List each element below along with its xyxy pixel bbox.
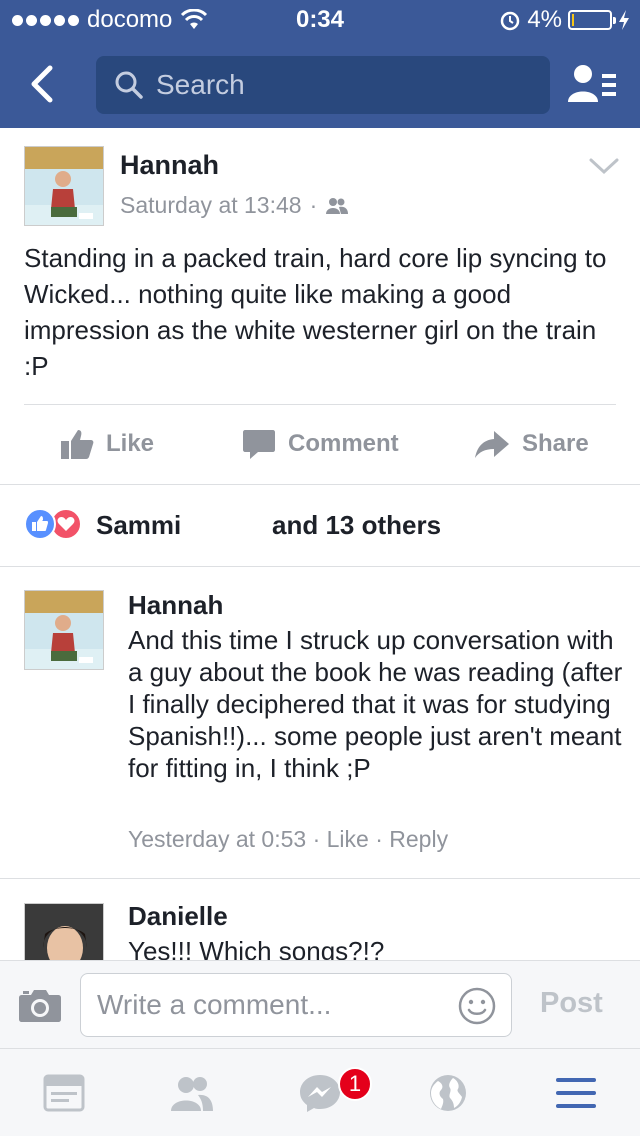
post-body: Standing in a packed train, hard core li…: [24, 243, 607, 381]
comment-label: Comment: [288, 430, 399, 457]
search-input[interactable]: Search: [96, 56, 550, 114]
emoji-icon[interactable]: [457, 986, 497, 1026]
comment-placeholder: Write a comment...: [97, 989, 332, 1020]
comment-author-avatar[interactable]: [24, 590, 104, 670]
thumbs-up-icon: [61, 430, 94, 459]
comment-clip: Danielle Yes!!! Which songs?!?: [0, 879, 640, 960]
status-bar: docomo 0:34 4%: [0, 0, 640, 40]
comment-button[interactable]: Comment: [242, 424, 399, 464]
reactor-name[interactable]: Sammi: [96, 510, 181, 541]
comment-composer: Write a comment... Post: [0, 960, 640, 1048]
comment-input[interactable]: Write a comment...: [80, 973, 512, 1037]
menu-hamburger-icon[interactable]: [554, 1073, 598, 1113]
meta-separator: ·: [375, 826, 383, 852]
post-comment-button[interactable]: Post: [540, 987, 603, 1020]
share-arrow-icon: [475, 431, 509, 458]
comment-author-avatar[interactable]: [24, 903, 104, 960]
comment-timestamp[interactable]: Yesterday at 0:53: [128, 826, 306, 852]
comment-body: Yes!!! Which songs?!?: [128, 936, 385, 960]
like-label: Like: [106, 430, 155, 457]
post-author-name[interactable]: Hannah: [120, 150, 219, 181]
messenger-icon[interactable]: [298, 1073, 342, 1113]
charging-icon: [619, 10, 629, 30]
divider: [0, 566, 640, 567]
post-meta: Saturday at 13:48 ·: [120, 192, 349, 219]
news-feed-icon[interactable]: [42, 1073, 86, 1113]
like-reaction-icon: [24, 508, 56, 540]
comment-bubble-icon: [243, 430, 275, 459]
camera-icon[interactable]: [18, 987, 62, 1023]
comment-reply-link[interactable]: Reply: [389, 826, 448, 852]
comment-body: And this time I struck up conversation w…: [128, 625, 623, 783]
divider: [0, 484, 640, 485]
messenger-badge: 1: [338, 1067, 372, 1101]
comment-meta: Yesterday at 0:53 · Like · Reply: [128, 826, 448, 853]
reaction-others-count[interactable]: and 13 others: [272, 510, 441, 541]
reaction-icons[interactable]: [24, 508, 82, 540]
battery-icon: [568, 10, 616, 30]
back-button[interactable]: [22, 62, 66, 106]
friends-audience-icon: [326, 197, 349, 214]
alarm-icon: [501, 11, 520, 31]
navigation-header: docomo 0:34 4% Search: [0, 0, 640, 128]
share-button[interactable]: Share: [474, 424, 589, 464]
battery-percent: 4%: [527, 6, 562, 33]
search-placeholder: Search: [156, 69, 245, 100]
notifications-globe-icon[interactable]: [426, 1073, 470, 1113]
battery-area: 4%: [499, 6, 630, 34]
post-timestamp[interactable]: Saturday at 13:48: [120, 192, 302, 219]
comment-author-name[interactable]: Danielle: [128, 901, 228, 932]
like-button[interactable]: Like: [60, 424, 154, 464]
bottom-tab-bar: 1: [0, 1048, 640, 1136]
post-options-chevron-icon[interactable]: [588, 156, 620, 176]
search-icon: [115, 71, 143, 99]
share-label: Share: [522, 430, 589, 457]
friend-list-button[interactable]: [566, 62, 618, 106]
meta-separator: ·: [309, 192, 318, 218]
meta-separator: ·: [312, 826, 321, 852]
divider: [24, 404, 616, 405]
friend-requests-icon[interactable]: [170, 1073, 214, 1113]
comment-like-link[interactable]: Like: [327, 826, 369, 852]
comment-author-name[interactable]: Hannah: [128, 590, 223, 621]
post-author-avatar[interactable]: [24, 146, 104, 226]
